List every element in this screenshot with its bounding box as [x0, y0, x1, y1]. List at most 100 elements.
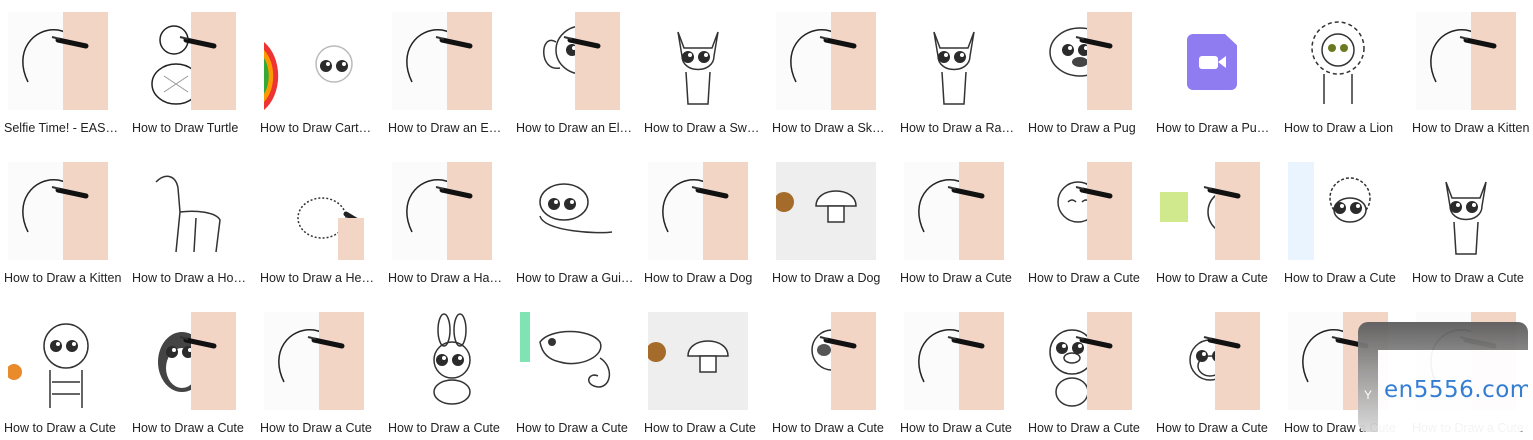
file-name-label: How to Draw a Kitten	[4, 271, 122, 285]
file-name-label: How to Draw Turtle	[132, 121, 239, 135]
drawing-thumbnail-icon	[776, 162, 876, 260]
drawing-thumbnail-icon	[1032, 162, 1132, 260]
video-file-tile[interactable]: How to Draw a Puppy	[1152, 0, 1280, 140]
drawing-thumbnail-icon	[648, 162, 748, 260]
video-file-tile[interactable]: How to Draw a Hamster	[384, 150, 512, 290]
drawing-thumbnail-icon	[264, 12, 364, 110]
video-file-tile[interactable]: How to Draw an Easy	[384, 0, 512, 140]
file-name-label: How to Draw a Cute	[4, 421, 116, 435]
file-name-label: How to Draw a Sweet	[644, 121, 762, 135]
watermark-text: en5556.com	[1384, 377, 1528, 403]
video-file-tile[interactable]: How to Draw an Elephant	[512, 0, 640, 140]
file-name-label: How to Draw a Cute	[1028, 271, 1140, 285]
file-name-label: How to Draw a Dog	[644, 271, 753, 285]
drawing-thumbnail-icon	[1416, 12, 1516, 110]
video-file-tile[interactable]: How to Draw Turtle	[128, 0, 256, 140]
video-file-tile[interactable]: How to Draw a Cute	[384, 300, 512, 440]
site-watermark: en5556.com Y	[1358, 322, 1528, 432]
drawing-thumbnail-icon	[1032, 312, 1132, 410]
drawing-thumbnail-icon	[520, 12, 620, 110]
drawing-thumbnail-icon	[1160, 312, 1260, 410]
file-name-label: How to Draw a Cute	[772, 421, 884, 435]
drawing-thumbnail-icon	[648, 312, 748, 410]
file-name-label: How to Draw a Guinea Pig	[516, 271, 634, 285]
drawing-thumbnail-icon	[1416, 162, 1516, 260]
drawing-thumbnail-icon	[8, 312, 108, 410]
video-file-tile[interactable]: How to Draw a Lion	[1280, 0, 1408, 140]
drawing-thumbnail-icon	[520, 162, 620, 260]
video-file-tile[interactable]: How to Draw a Cute	[256, 300, 384, 440]
drawing-thumbnail-icon	[1288, 162, 1388, 260]
drawing-thumbnail-icon	[8, 162, 108, 260]
video-file-tile[interactable]: How to Draw a Cute	[1152, 300, 1280, 440]
file-name-label: How to Draw Cartoon	[260, 121, 378, 135]
drawing-thumbnail-icon	[904, 312, 1004, 410]
file-name-label: How to Draw a Hedgehog	[260, 271, 378, 285]
drawing-thumbnail-icon	[264, 312, 364, 410]
drawing-thumbnail-icon	[136, 162, 236, 260]
drawing-thumbnail-icon	[1160, 162, 1260, 260]
camera-icon	[1199, 56, 1218, 69]
video-file-tile[interactable]: How to Draw a Sweet	[640, 0, 768, 140]
file-name-label: How to Draw a Sketch	[772, 121, 890, 135]
file-name-label: How to Draw a Dog	[772, 271, 881, 285]
video-file-tile[interactable]: How to Draw a Guinea Pig	[512, 150, 640, 290]
file-name-label: How to Draw an Elephant	[516, 121, 634, 135]
drawing-thumbnail-icon	[904, 12, 1004, 110]
file-name-label: How to Draw a Cute	[900, 421, 1012, 435]
drawing-thumbnail-icon	[392, 12, 492, 110]
drawing-thumbnail-icon	[1032, 12, 1132, 110]
video-file-tile[interactable]: How to Draw a Cute	[1408, 150, 1533, 290]
drawing-thumbnail-icon	[520, 312, 620, 410]
file-name-label: How to Draw a Cute	[900, 271, 1012, 285]
drawing-thumbnail-icon	[776, 312, 876, 410]
video-file-tile[interactable]: How to Draw a Dog	[768, 150, 896, 290]
file-name-label: How to Draw a Cute	[644, 421, 756, 435]
file-name-label: How to Draw a Cute	[132, 421, 244, 435]
video-file-icon	[1160, 12, 1260, 110]
video-file-tile[interactable]: How to Draw a Cute	[1280, 150, 1408, 290]
video-file-tile[interactable]: How to Draw a Cute	[0, 300, 128, 440]
video-file-tile[interactable]: How to Draw a Cute	[128, 300, 256, 440]
drawing-thumbnail-icon	[648, 12, 748, 110]
file-name-label: How to Draw a Lion	[1284, 121, 1394, 135]
video-file-tile[interactable]: How to Draw Cartoon	[256, 0, 384, 140]
video-file-tile[interactable]: How to Draw a Hedgehog	[256, 150, 384, 290]
video-file-tile[interactable]: Selfie Time! - EASY Drawing	[0, 0, 128, 140]
video-file-tile[interactable]: How to Draw a Cute	[1024, 300, 1152, 440]
video-file-tile[interactable]: How to Draw a Cute	[1024, 150, 1152, 290]
drawing-thumbnail-icon	[776, 12, 876, 110]
file-name-label: How to Draw a Puppy	[1156, 121, 1274, 135]
thumbnail-grid: Selfie Time! - EASY Drawing How to Draw …	[0, 0, 1533, 436]
drawing-thumbnail-icon	[8, 12, 108, 110]
file-name-label: Selfie Time! - EASY Drawing	[4, 121, 122, 135]
video-file-tile[interactable]: How to Draw a Cute	[1152, 150, 1280, 290]
file-name-label: How to Draw a Cute	[1156, 421, 1268, 435]
file-name-label: How to Draw a Cute	[1156, 271, 1268, 285]
video-file-tile[interactable]: How to Draw a Horse	[128, 150, 256, 290]
file-name-label: How to Draw a Cute	[260, 421, 372, 435]
drawing-thumbnail-icon	[392, 162, 492, 260]
video-file-tile[interactable]: How to Draw a Cute	[512, 300, 640, 440]
video-file-tile[interactable]: How to Draw a Kitten	[0, 150, 128, 290]
file-name-label: How to Draw a Cute	[516, 421, 628, 435]
video-file-tile[interactable]: How to Draw a Cute	[640, 300, 768, 440]
watermark-corner-letter: Y	[1364, 388, 1373, 402]
file-name-label: How to Draw a Pug	[1028, 121, 1136, 135]
video-file-tile[interactable]: How to Draw a Cute	[896, 150, 1024, 290]
file-name-label: How to Draw a Cute	[388, 421, 500, 435]
video-file-tile[interactable]: How to Draw a Sketch	[768, 0, 896, 140]
drawing-thumbnail-icon	[136, 312, 236, 410]
video-file-tile[interactable]: How to Draw a Cute	[896, 300, 1024, 440]
file-name-label: How to Draw a Cute	[1284, 271, 1396, 285]
camera-lens-icon	[1218, 56, 1226, 68]
video-file-tile[interactable]: How to Draw a Kitten	[1408, 0, 1533, 140]
video-file-tile[interactable]: How to Draw a Pug	[1024, 0, 1152, 140]
video-file-tile[interactable]: How to Draw a Cute	[768, 300, 896, 440]
drawing-thumbnail-icon	[1288, 12, 1388, 110]
file-name-label: How to Draw a Hamster	[388, 271, 506, 285]
video-file-tile[interactable]: How to Draw a Dog	[640, 150, 768, 290]
drawing-thumbnail-icon	[136, 12, 236, 110]
file-name-label: How to Draw a Cute	[1412, 271, 1524, 285]
video-file-tile[interactable]: How to Draw a Raccoon	[896, 0, 1024, 140]
